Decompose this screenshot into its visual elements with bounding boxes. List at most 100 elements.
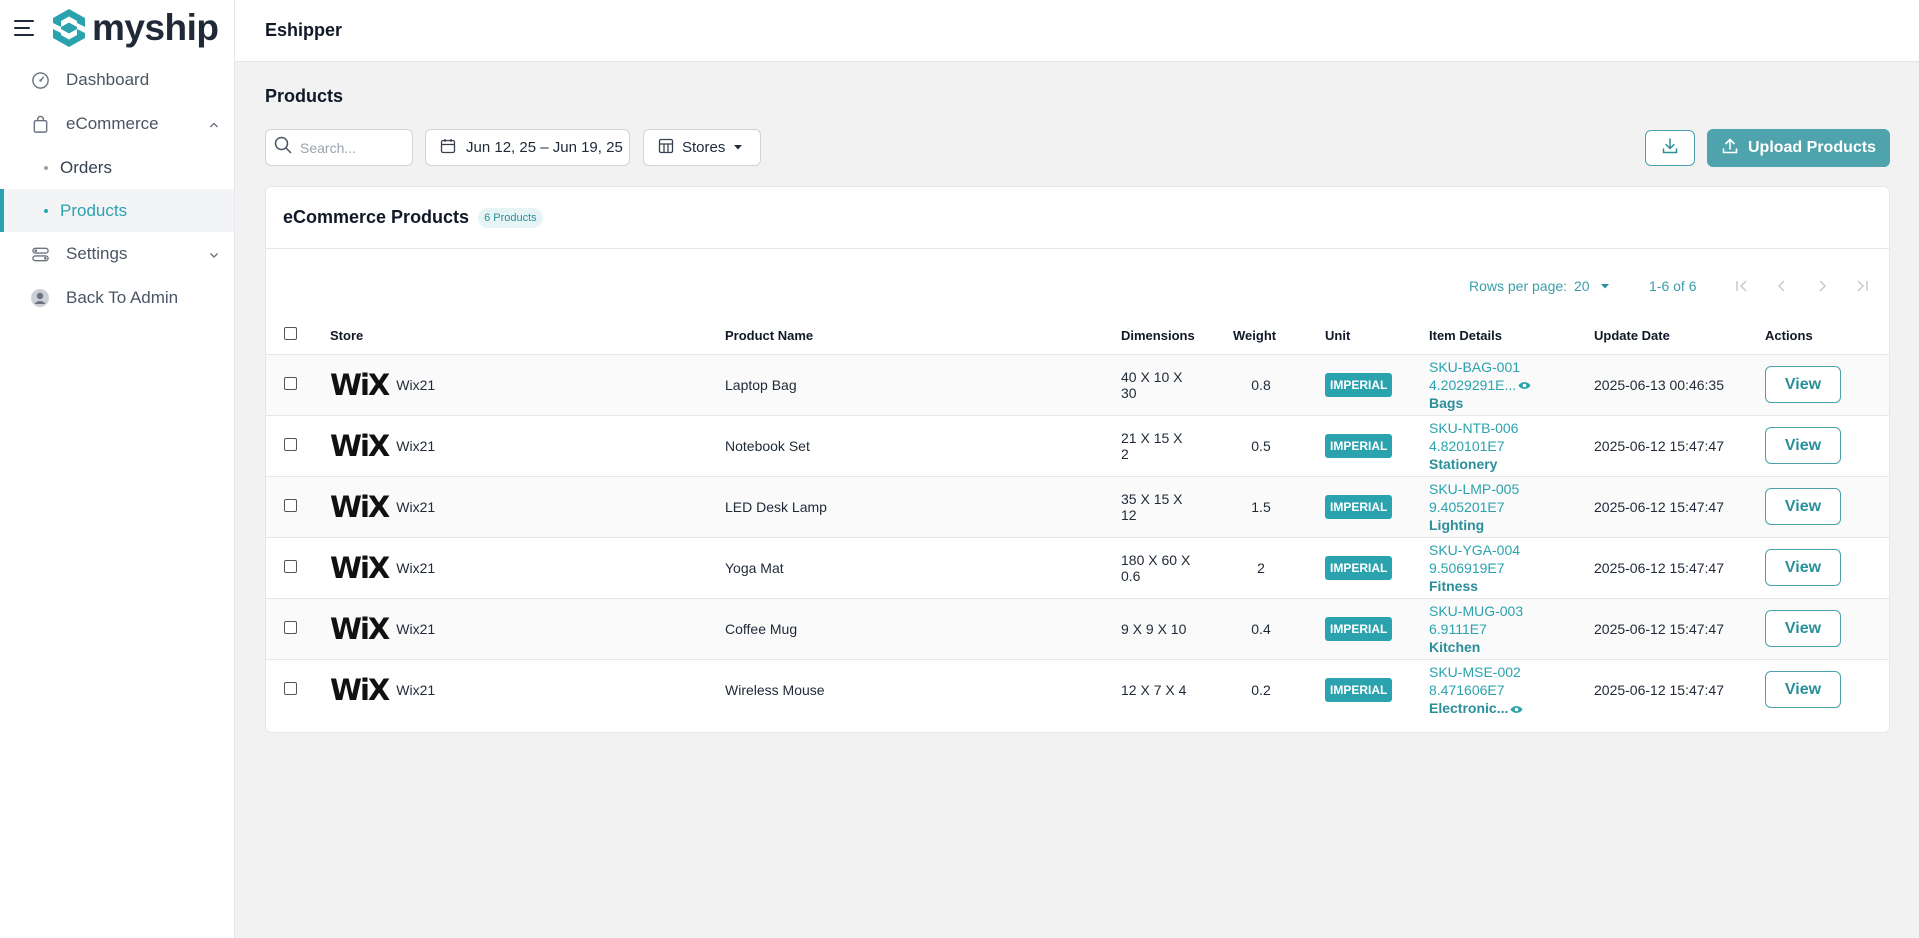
pagination-range: 1-6 of 6 [1649,278,1697,294]
first-page-icon[interactable] [1734,278,1750,294]
page-title: Products [265,86,344,106]
row-checkbox[interactable] [284,437,297,451]
product-name: Wireless Mouse [725,658,1121,720]
search-icon [274,136,292,159]
dimensions: 12 X 7 X 4 [1121,681,1187,698]
sidebar-nav: Dashboard eCommerce Orders Products Sett… [0,58,234,320]
dashboard-gauge-icon [30,70,50,90]
eye-icon[interactable] [1510,705,1523,714]
rows-per-page-value: 20 [1574,278,1590,294]
item-sku[interactable]: SKU-MSE-002 [1429,663,1594,681]
product-name: Notebook Set [725,414,1121,476]
update-date: 2025-06-13 00:46:35 [1594,353,1765,415]
download-button[interactable] [1645,130,1695,166]
table-row[interactable]: WiX Wix21 Notebook Set 21 X 15 X 2 0.5 IMPERI… [266,414,1889,476]
sidebar-item-label: Back To Admin [66,288,179,307]
table-row[interactable]: WiX Wix21 Wireless Mouse 12 X 7 X 4 0.2 IMPER… [266,658,1889,720]
sidebar-item-label: eCommerce [66,114,159,133]
row-checkbox[interactable] [284,498,297,512]
sidebar-item-products[interactable]: Products [0,189,234,232]
row-checkbox[interactable] [284,681,297,695]
sidebar-item-ecommerce[interactable]: eCommerce [0,102,234,146]
view-button[interactable]: View [1765,671,1841,709]
stores-label: Stores [682,139,726,156]
wix-store-logo: WiX [330,428,390,463]
update-date: 2025-06-12 15:47:47 [1594,414,1765,476]
store-name: Wix21 [396,376,436,393]
update-date: 2025-06-12 15:47:47 [1594,597,1765,659]
unit-badge: IMPERIAL [1325,555,1393,580]
sidebar-item-orders[interactable]: Orders [0,146,234,189]
row-checkbox[interactable] [284,559,297,573]
sidebar-item-settings[interactable]: Settings [0,232,234,276]
top-header: Eshipper [235,0,1919,62]
item-sku[interactable]: SKU-LMP-005 [1429,480,1594,498]
table-row[interactable]: WiX Wix21 LED Desk Lamp 35 X 15 X 12 1.5 IMPE… [266,475,1889,537]
brand-name: myship [92,7,219,48]
table-row[interactable]: WiX Wix21 Yoga Mat 180 X 60 X 0.6 2 IMPERIAL S… [266,536,1889,598]
update-date: 2025-06-12 15:47:47 [1594,475,1765,537]
weight: 1.5 [1251,498,1271,515]
item-sku[interactable]: SKU-BAG-001 [1429,358,1594,376]
weight: 0.4 [1251,620,1271,637]
rows-per-page-label: Rows per page: [1469,278,1568,294]
dimensions: 180 X 60 X 0.6 [1121,551,1191,584]
rows-per-page-select[interactable]: 20 [1574,278,1610,294]
upload-products-button[interactable]: Upload Products [1707,129,1890,167]
table-row[interactable]: WiX Wix21 Coffee Mug 9 X 9 X 10 0.4 IMPERIAL S… [266,597,1889,659]
last-page-icon[interactable] [1854,278,1870,294]
store-name: Wix21 [396,559,436,576]
search-box[interactable] [265,129,413,166]
view-button[interactable]: View [1765,549,1841,586]
item-category: Fitness [1429,577,1479,594]
sidebar-item-label: Settings [66,244,128,263]
select-all-checkbox[interactable] [284,327,297,341]
column-header-update-date[interactable]: Update Date [1594,317,1765,354]
search-input[interactable] [300,139,400,156]
sidebar-item-back-to-admin[interactable]: Back To Admin [0,276,234,320]
item-sku[interactable]: SKU-MUG-003 [1429,602,1594,620]
dimensions: 40 X 10 X 30 [1121,368,1183,401]
view-button[interactable]: View [1765,366,1841,403]
header-title: Eshipper [265,20,343,40]
sidebar-item-dashboard[interactable]: Dashboard [0,58,234,102]
eye-icon[interactable] [1518,381,1531,390]
store-name: Wix21 [396,437,436,454]
row-checkbox[interactable] [284,376,297,390]
view-button[interactable]: View [1765,488,1841,525]
product-name: LED Desk Lamp [725,475,1121,537]
chevron-up-icon [208,116,220,136]
item-details: SKU-LMP-005 9.405201E7 Lighting [1429,480,1594,534]
toggles-icon [30,244,50,264]
column-header-actions: Actions [1765,327,1813,343]
sidebar: myship Dashboard eCommerce Orders Produc… [0,0,235,938]
product-name: Coffee Mug [725,597,1121,659]
column-header-store[interactable]: Store [330,317,725,354]
item-details: SKU-MUG-003 6.9111E7 Kitchen [1429,602,1594,656]
next-page-icon[interactable] [1814,278,1830,294]
brand-logo[interactable]: myship [50,7,219,49]
row-checkbox[interactable] [284,620,297,634]
date-range-picker[interactable]: Jun 12, 25 – Jun 19, 25 [425,129,630,166]
column-header-item-details[interactable]: Item Details [1429,317,1594,354]
item-sku[interactable]: SKU-YGA-004 [1429,541,1594,559]
bullet-dot-icon [44,165,48,170]
item-details: SKU-YGA-004 9.506919E7 Fitness [1429,541,1594,595]
item-number: 9.405201E7 [1429,498,1505,515]
view-button[interactable]: View [1765,610,1841,647]
menu-toggle-icon[interactable] [14,20,34,36]
table-row[interactable]: WiX Wix21 Laptop Bag 40 X 10 X 30 0.8 IMPERIA… [266,353,1889,415]
stores-filter-dropdown[interactable]: Stores [643,129,761,166]
item-sku[interactable]: SKU-NTB-006 [1429,419,1594,437]
store-name: Wix21 [396,681,436,698]
dimensions: 9 X 9 X 10 [1121,620,1187,637]
column-header-dimensions[interactable]: Dimensions [1121,317,1233,354]
product-name: Laptop Bag [725,353,1121,415]
previous-page-icon[interactable] [1774,278,1790,294]
column-header-weight[interactable]: Weight [1233,317,1325,354]
weight: 0.8 [1251,376,1271,393]
item-category: Electronic... [1429,699,1509,716]
column-header-product-name[interactable]: Product Name [725,317,1121,354]
view-button[interactable]: View [1765,427,1841,464]
column-header-unit[interactable]: Unit [1325,317,1429,354]
